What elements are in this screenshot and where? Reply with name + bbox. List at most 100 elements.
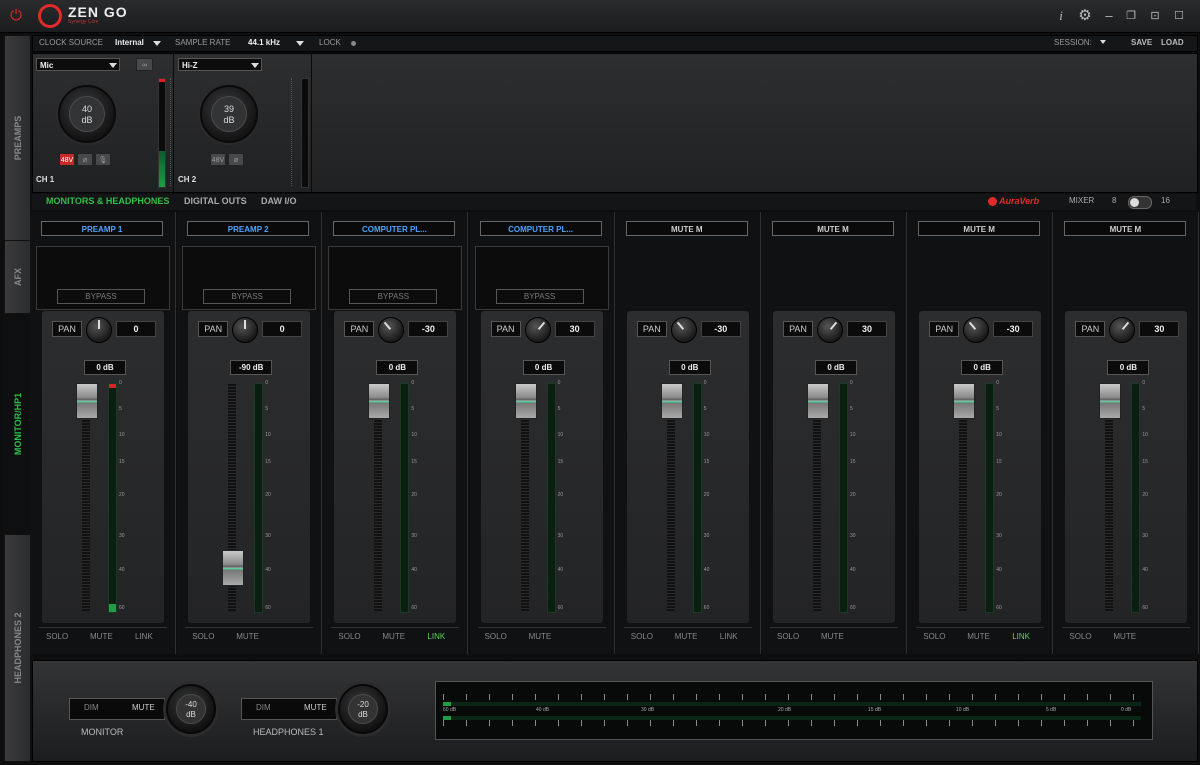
solo-button[interactable]: SOLO (338, 632, 360, 641)
pan-knob[interactable] (378, 317, 405, 343)
bypass-button[interactable]: BYPASS (203, 289, 292, 304)
pan-value[interactable]: -30 (700, 321, 741, 337)
gear-icon[interactable]: ⚙ (1076, 8, 1094, 24)
fader-handle[interactable] (368, 383, 391, 419)
fader-handle[interactable] (1099, 383, 1122, 419)
mute-button[interactable]: MUTE (90, 632, 113, 641)
channel-name[interactable]: MUTE M (625, 221, 748, 236)
tab-digital-outs[interactable]: DIGITAL OUTS (184, 196, 247, 206)
tab-daw-io[interactable]: DAW I/O (261, 196, 297, 206)
bypass-button[interactable]: BYPASS (349, 289, 438, 304)
hp1-level-knob[interactable]: -20 dB (338, 684, 388, 734)
ch2-phase-icon[interactable]: ø (228, 153, 244, 166)
session-chevron-icon[interactable] (1100, 40, 1106, 44)
mixer-toggle[interactable] (1128, 196, 1152, 209)
ch2-gain-knob[interactable]: 39 dB (200, 85, 258, 143)
channel-name[interactable]: MUTE M (1064, 221, 1187, 236)
pan-knob[interactable] (524, 317, 551, 343)
gain-value[interactable]: 0 dB (668, 360, 711, 375)
effect-slot[interactable]: BYPASS (36, 246, 170, 310)
gain-value[interactable]: 0 dB (522, 360, 565, 375)
pan-value[interactable]: 30 (554, 321, 595, 337)
solo-button[interactable]: SOLO (46, 632, 68, 641)
ch2-input-select[interactable]: Hi-Z (178, 58, 262, 71)
mute-button[interactable]: MUTE (967, 632, 990, 641)
mute-button[interactable]: MUTE (675, 632, 698, 641)
link-button[interactable]: LINK (720, 632, 738, 641)
channel-name[interactable]: PREAMP 2 (187, 221, 310, 236)
tab-headphones-2[interactable]: HEADPHONES 2 (4, 534, 31, 762)
fader-handle[interactable] (953, 383, 976, 419)
ch1-mic-icon[interactable]: 🎙 (95, 153, 111, 166)
clock-source-dropdown[interactable]: Internal (115, 38, 144, 47)
link-button[interactable]: LINK (135, 632, 153, 641)
ch1-gain-knob[interactable]: 40 dB (58, 85, 116, 143)
mute-button[interactable]: MUTE (821, 632, 844, 641)
solo-button[interactable]: SOLO (192, 632, 214, 641)
pan-knob[interactable] (232, 317, 259, 343)
tab-afx[interactable]: AFX (4, 240, 31, 314)
chevron-down-icon[interactable] (153, 41, 161, 46)
bypass-button[interactable]: BYPASS (495, 289, 584, 304)
link-button[interactable]: LINK (1012, 632, 1030, 641)
load-button[interactable]: LOAD (1161, 38, 1184, 47)
effect-slot[interactable]: BYPASS (328, 246, 463, 310)
mute-button[interactable]: MUTE (1113, 632, 1136, 641)
pan-knob[interactable] (963, 317, 990, 343)
ch1-phase-icon[interactable]: ø (77, 153, 93, 166)
info-icon[interactable]: i (1052, 8, 1070, 24)
effect-slot[interactable]: BYPASS (474, 246, 609, 310)
mixer-option-8[interactable]: 8 (1112, 196, 1116, 205)
solo-button[interactable]: SOLO (631, 632, 653, 641)
pan-value[interactable]: -30 (408, 321, 449, 337)
mute-button[interactable]: MUTE (382, 632, 405, 641)
chevron-down-icon[interactable] (109, 63, 117, 68)
pan-knob[interactable] (86, 317, 112, 343)
gain-value[interactable]: 0 dB (84, 360, 126, 375)
fader-handle[interactable] (76, 383, 98, 419)
gain-value[interactable]: 0 dB (815, 360, 857, 375)
ch1-48v-button[interactable]: 48V (59, 153, 75, 166)
chevron-down-icon[interactable] (251, 63, 259, 68)
channel-name[interactable]: PREAMP 1 (41, 221, 163, 236)
hp1-mute-button[interactable]: MUTE (304, 703, 327, 712)
mute-button[interactable]: MUTE (529, 632, 552, 641)
tab-preamps[interactable]: PREAMPS (4, 35, 31, 241)
effect-slot[interactable]: BYPASS (182, 246, 317, 310)
gain-value[interactable]: -90 dB (230, 360, 273, 375)
mute-button[interactable]: MUTE (236, 632, 259, 641)
pan-value[interactable]: -30 (993, 321, 1034, 337)
restore-icon[interactable]: ❐ (1122, 8, 1140, 24)
hp1-dim-button[interactable]: DIM (256, 703, 271, 712)
screenshot-icon[interactable]: ⊡ (1146, 8, 1164, 24)
link-button[interactable]: LINK (427, 632, 445, 641)
pan-value[interactable]: 0 (116, 321, 156, 337)
gain-value[interactable]: 0 dB (1107, 360, 1150, 375)
power-icon[interactable]: ⏻ (8, 8, 24, 24)
ch2-48v-button[interactable]: 48V (210, 153, 226, 166)
fader-handle[interactable] (514, 383, 537, 419)
gain-value[interactable]: 0 dB (376, 360, 419, 375)
solo-button[interactable]: SOLO (1069, 632, 1091, 641)
solo-button[interactable]: SOLO (485, 632, 507, 641)
chevron-down-icon[interactable] (296, 41, 304, 46)
pan-knob[interactable] (1109, 317, 1136, 343)
pan-knob[interactable] (670, 317, 697, 343)
channel-name[interactable]: COMPUTER PL... (333, 221, 456, 236)
fader-handle[interactable] (660, 383, 683, 419)
channel-name[interactable]: COMPUTER PL... (479, 221, 602, 236)
gain-value[interactable]: 0 dB (961, 360, 1004, 375)
monitor-dim-button[interactable]: DIM (84, 703, 99, 712)
solo-button[interactable]: SOLO (923, 632, 945, 641)
pan-value[interactable]: 30 (1139, 321, 1180, 337)
link-icon[interactable]: ∞ (136, 58, 153, 71)
mixer-option-16[interactable]: 16 (1161, 196, 1170, 205)
bypass-button[interactable]: BYPASS (57, 289, 145, 304)
solo-button[interactable]: SOLO (777, 632, 799, 641)
pan-value[interactable]: 0 (262, 321, 303, 337)
tab-monitors-headphones[interactable]: MONITORS & HEADPHONES (46, 196, 169, 206)
sample-rate-dropdown[interactable]: 44.1 kHz (248, 38, 280, 47)
ch1-input-select[interactable]: Mic (36, 58, 120, 71)
channel-name[interactable]: MUTE M (772, 221, 894, 236)
fader-handle[interactable] (222, 549, 245, 586)
